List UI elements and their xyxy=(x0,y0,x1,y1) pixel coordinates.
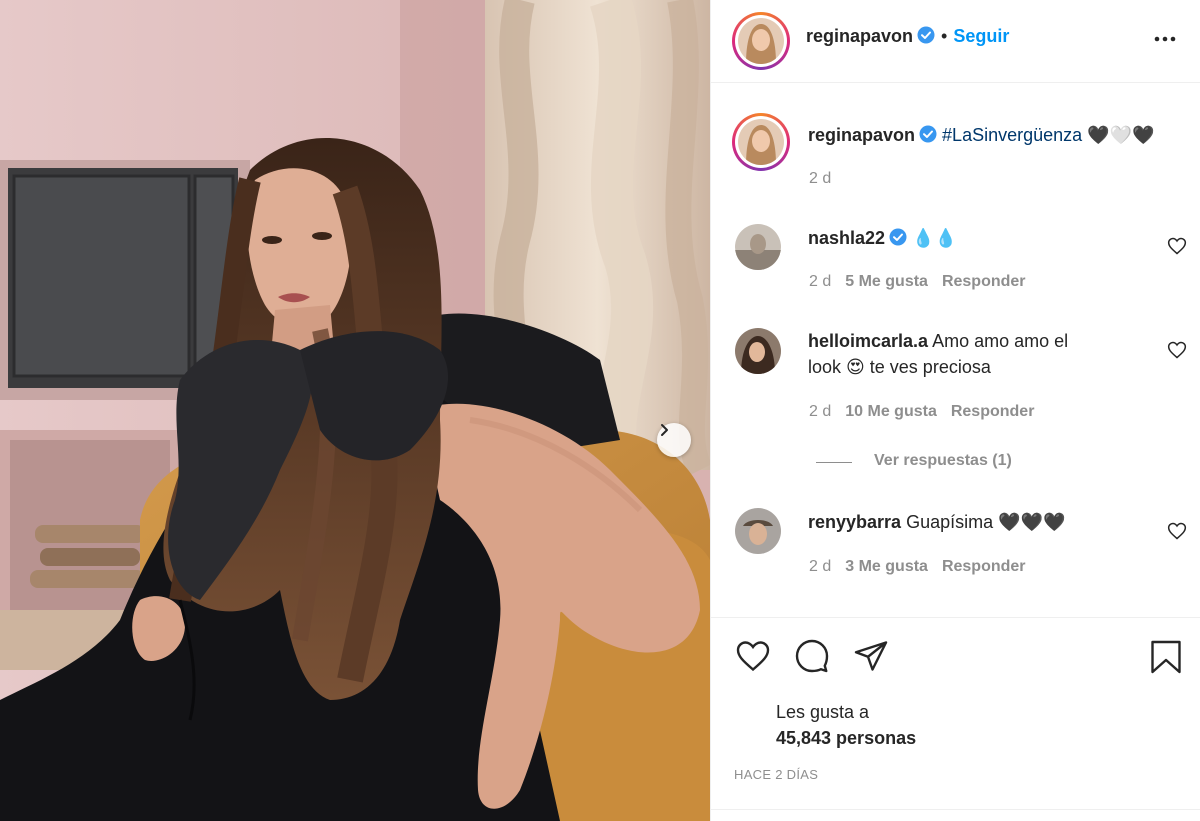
likes-label: Les gusta a xyxy=(776,702,870,722)
caption-avatar[interactable] xyxy=(732,113,790,171)
author-avatar[interactable] xyxy=(732,12,790,70)
more-icon[interactable] xyxy=(1153,33,1177,45)
comment-meta: 2 d 5 Me gusta Responder xyxy=(809,273,1040,291)
like-comment-heart-icon[interactable] xyxy=(1167,521,1187,541)
caption-hashtag[interactable]: #LaSinvergüenza xyxy=(942,125,1082,145)
comments-list[interactable]: reginapavon #LaSinvergüenza 🖤🤍🖤 2 d nash… xyxy=(711,84,1200,616)
reply-button[interactable]: Responder xyxy=(942,558,1026,575)
heart-icon[interactable] xyxy=(734,638,772,674)
comment-likes[interactable]: 5 Me gusta xyxy=(845,273,928,290)
comment-body: nashla22 💧💧 xyxy=(808,225,957,251)
view-replies-button[interactable]: Ver respuestas (1) xyxy=(874,452,1012,470)
follow-button[interactable]: Seguir xyxy=(953,26,1009,46)
like-comment-heart-icon[interactable] xyxy=(1167,236,1187,256)
verified-icon xyxy=(889,228,907,246)
reply-button[interactable]: Responder xyxy=(951,403,1035,420)
caption-avatar-image xyxy=(738,119,784,165)
comment-avatar[interactable] xyxy=(735,224,781,270)
comment-time[interactable]: 2 d xyxy=(809,558,831,575)
next-photo-button[interactable] xyxy=(657,423,691,457)
comment-time[interactable]: 2 d xyxy=(809,403,831,420)
post-date[interactable]: HACE 2 DÍAS xyxy=(734,767,818,782)
comment-text: Amo amo amo el xyxy=(932,331,1069,351)
comment-avatar-image xyxy=(735,224,781,270)
like-comment-heart-icon[interactable] xyxy=(1167,340,1187,360)
comment-username[interactable]: renyybarra xyxy=(808,512,901,532)
post-sidebar: reginapavon • Seguir reginapavon #LaSinve xyxy=(710,0,1200,821)
bookmark-icon[interactable] xyxy=(1148,638,1184,676)
separator-dot: • xyxy=(941,26,948,46)
photo-illustration xyxy=(0,0,710,821)
author-username[interactable]: reginapavon xyxy=(806,26,913,46)
comment-likes[interactable]: 3 Me gusta xyxy=(845,558,928,575)
verified-icon xyxy=(919,125,937,143)
author-avatar-image xyxy=(738,18,784,64)
caption: reginapavon #LaSinvergüenza 🖤🤍🖤 xyxy=(808,122,1154,148)
comment-avatar[interactable] xyxy=(735,508,781,554)
post-actions: Les gusta a 45,843 personas HACE 2 DÍAS xyxy=(711,617,1200,821)
footer-divider xyxy=(711,809,1200,810)
comment-meta: 2 d 10 Me gusta Responder xyxy=(809,403,1048,421)
comment-username[interactable]: helloimcarla.a xyxy=(808,331,928,351)
replies-divider xyxy=(816,462,852,463)
comment-body: helloimcarla.a Amo amo amo el look 😍 te … xyxy=(808,328,1138,380)
comment-icon[interactable] xyxy=(794,638,830,674)
header-user-line: reginapavon • Seguir xyxy=(806,26,1009,47)
comment-text: Guapísima 🖤🖤🖤 xyxy=(906,512,1066,532)
comment-avatar-image xyxy=(735,328,781,374)
likes-count[interactable]: 45,843 personas xyxy=(776,728,916,749)
caption-emoji: 🖤🤍🖤 xyxy=(1087,125,1155,145)
comment-username[interactable]: nashla22 xyxy=(808,228,885,248)
comment-time[interactable]: 2 d xyxy=(809,273,831,290)
chevron-right-icon xyxy=(661,424,668,436)
post-header: reginapavon • Seguir xyxy=(711,0,1200,83)
caption-username[interactable]: reginapavon xyxy=(808,125,915,145)
comment-text: 💧💧 xyxy=(912,228,957,248)
caption-time[interactable]: 2 d xyxy=(809,170,831,187)
post-photo[interactable] xyxy=(0,0,710,821)
comment-body: renyybarra Guapísima 🖤🖤🖤 xyxy=(808,509,1065,535)
comment-likes[interactable]: 10 Me gusta xyxy=(845,403,937,420)
comment-avatar[interactable] xyxy=(735,328,781,374)
share-icon[interactable] xyxy=(853,638,889,674)
comment-avatar-image xyxy=(735,508,781,554)
verified-icon xyxy=(917,26,935,44)
reply-button[interactable]: Responder xyxy=(942,273,1026,290)
comment-text-line2: look 😍 te ves preciosa xyxy=(808,357,991,377)
comment-meta: 2 d 3 Me gusta Responder xyxy=(809,558,1040,576)
caption-meta: 2 d xyxy=(809,170,845,188)
